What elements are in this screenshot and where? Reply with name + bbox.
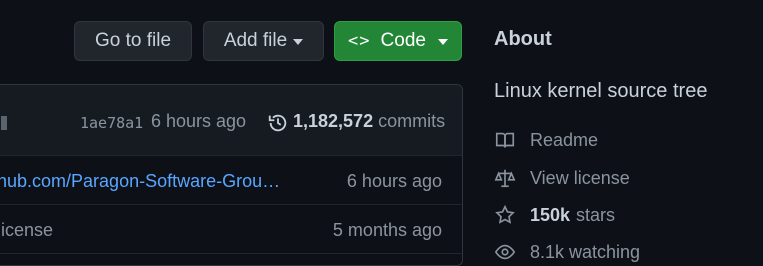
readme-link[interactable]: Readme: [494, 128, 598, 152]
add-file-label: Add file: [223, 30, 288, 51]
history-icon: [268, 114, 287, 132]
readme-label: Readme: [530, 129, 599, 150]
latest-commit-row: 1ae78a1 6 hours ago 1,182,572 commits: [0, 85, 462, 156]
watching-label: 8.1k watching: [530, 241, 641, 262]
scale-icon: [494, 169, 516, 188]
code-button[interactable]: <> Code: [334, 21, 462, 61]
commit-sha[interactable]: 1ae78a1: [80, 114, 143, 132]
stars-link[interactable]: 150k stars: [494, 203, 615, 227]
license-label: View license: [530, 167, 630, 188]
file-row: hub.com/Paragon-Software-Grou… 6 hours a…: [0, 156, 462, 205]
file-commit-time: 6 hours ago: [346, 171, 442, 191]
commit-count-link[interactable]: 1,182,572 commits: [293, 111, 445, 132]
file-browser: 1ae78a1 6 hours ago 1,182,572 commits hu…: [0, 84, 463, 266]
commits-label: commits: [378, 111, 446, 131]
stars-label: stars: [576, 204, 616, 225]
code-label: Code: [380, 30, 426, 51]
about-heading: About: [494, 28, 552, 50]
file-commit-time: 5 months ago: [332, 220, 442, 240]
file-row: license 5 months ago: [0, 205, 462, 254]
book-icon: [495, 132, 515, 148]
eye-icon: [494, 244, 516, 260]
star-icon: [495, 204, 515, 224]
caret-down-icon: [437, 39, 448, 45]
license-link[interactable]: View license: [494, 166, 630, 190]
repo-description: Linux kernel source tree: [494, 80, 708, 102]
stars-count: 150k: [530, 204, 571, 225]
commit-count: 1,182,572: [293, 111, 374, 131]
caret-down-icon: [293, 39, 304, 45]
go-to-file-button[interactable]: Go to file: [74, 21, 192, 61]
watching-link[interactable]: 8.1k watching: [494, 240, 640, 264]
file-commit-message[interactable]: license: [0, 220, 53, 241]
code-icon: <>: [348, 31, 371, 51]
avatar: [1, 116, 7, 130]
file-commit-message[interactable]: hub.com/Paragon-Software-Grou…: [0, 171, 280, 192]
go-to-file-label: Go to file: [94, 30, 172, 51]
commit-time[interactable]: 6 hours ago: [151, 111, 246, 132]
add-file-button[interactable]: Add file: [203, 21, 324, 61]
